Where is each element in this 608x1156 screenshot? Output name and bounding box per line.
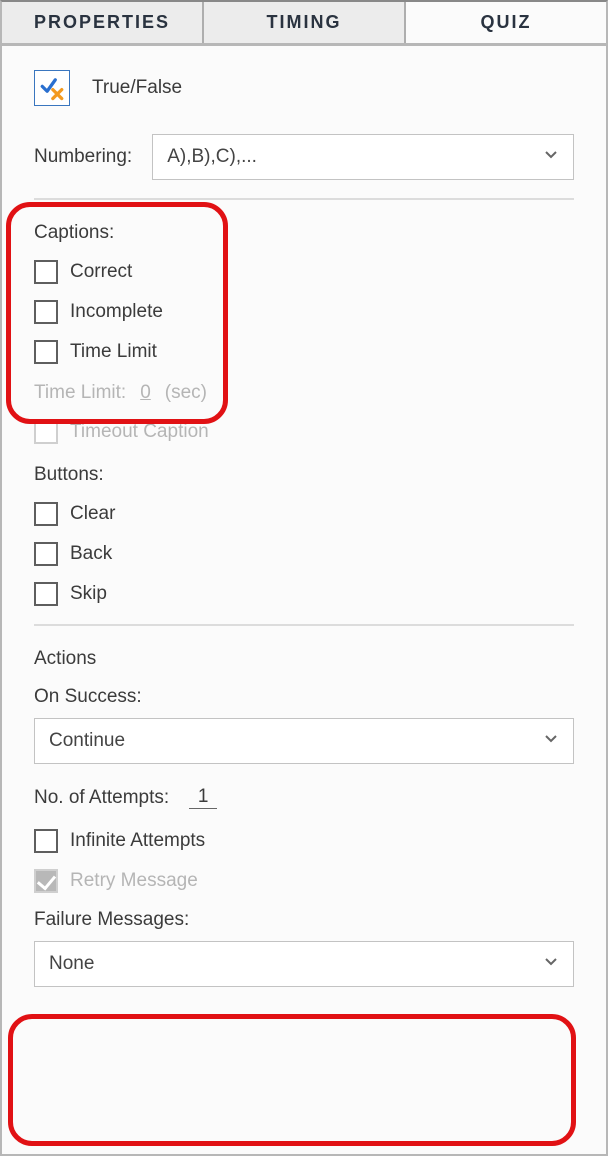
- time-limit-label: Time Limit:: [34, 382, 126, 404]
- checkbox-label: Infinite Attempts: [70, 830, 205, 852]
- checkbox-icon: [34, 420, 58, 444]
- time-limit-row: Time Limit: 0 (sec): [34, 382, 574, 404]
- tab-quiz[interactable]: QUIZ: [406, 2, 606, 43]
- checkbox-infinite-attempts[interactable]: Infinite Attempts: [34, 829, 574, 853]
- checkbox-label: Incomplete: [70, 301, 163, 323]
- buttons-title: Buttons:: [34, 464, 574, 486]
- true-false-icon: [34, 70, 70, 106]
- question-type-label: True/False: [92, 77, 182, 99]
- checkbox-icon: [34, 260, 58, 284]
- divider: [34, 624, 574, 626]
- checkbox-icon: [34, 582, 58, 606]
- checkbox-back[interactable]: Back: [34, 542, 574, 566]
- checkbox-icon: [34, 340, 58, 364]
- checkbox-label: Clear: [70, 503, 115, 525]
- checkbox-clear[interactable]: Clear: [34, 502, 574, 526]
- checkbox-correct[interactable]: Correct: [34, 260, 574, 284]
- time-limit-value: 0: [136, 382, 155, 404]
- time-limit-unit: (sec): [165, 382, 207, 404]
- numbering-select[interactable]: A),B),C),...: [152, 134, 574, 180]
- failure-messages-value: None: [49, 953, 543, 975]
- numbering-value: A),B),C),...: [167, 146, 543, 168]
- on-success-label: On Success:: [34, 686, 574, 708]
- checkbox-label: Retry Message: [70, 870, 198, 892]
- on-success-select[interactable]: Continue: [34, 718, 574, 764]
- failure-messages-select[interactable]: None: [34, 941, 574, 987]
- checkbox-timeout-caption: Timeout Caption: [34, 420, 574, 444]
- chevron-down-icon: [543, 730, 559, 752]
- checkbox-label: Time Limit: [70, 341, 157, 363]
- checkbox-label: Correct: [70, 261, 132, 283]
- checkbox-label: Skip: [70, 583, 107, 605]
- quiz-panel: PROPERTIES TIMING QUIZ True/False Number…: [0, 0, 608, 1156]
- checkbox-label: Timeout Caption: [70, 421, 209, 443]
- panel-scroll[interactable]: True/False Numbering: A),B),C),... Capti…: [2, 46, 606, 1154]
- chevron-down-icon: [543, 953, 559, 975]
- divider: [34, 198, 574, 200]
- checkbox-skip[interactable]: Skip: [34, 582, 574, 606]
- tab-bar: PROPERTIES TIMING QUIZ: [2, 2, 606, 46]
- chevron-down-icon: [543, 146, 559, 168]
- attempts-input[interactable]: [189, 786, 217, 809]
- attempts-row: No. of Attempts:: [34, 786, 574, 809]
- captions-title: Captions:: [34, 222, 574, 244]
- checkbox-icon: [34, 829, 58, 853]
- attempts-label: No. of Attempts:: [34, 787, 169, 809]
- checkbox-retry-message: Retry Message: [34, 869, 574, 893]
- on-success-value: Continue: [49, 730, 543, 752]
- actions-title: Actions: [34, 648, 574, 670]
- checkbox-icon: [34, 502, 58, 526]
- checkbox-time-limit[interactable]: Time Limit: [34, 340, 574, 364]
- checkbox-incomplete[interactable]: Incomplete: [34, 300, 574, 324]
- checkbox-icon: [34, 869, 58, 893]
- checkbox-icon: [34, 300, 58, 324]
- checkbox-icon: [34, 542, 58, 566]
- checkbox-label: Back: [70, 543, 112, 565]
- failure-messages-label: Failure Messages:: [34, 909, 574, 931]
- numbering-row: Numbering: A),B),C),...: [34, 134, 574, 180]
- tab-properties[interactable]: PROPERTIES: [2, 2, 204, 43]
- tab-timing[interactable]: TIMING: [204, 2, 406, 43]
- numbering-label: Numbering:: [34, 146, 132, 168]
- question-type-row: True/False: [34, 70, 574, 106]
